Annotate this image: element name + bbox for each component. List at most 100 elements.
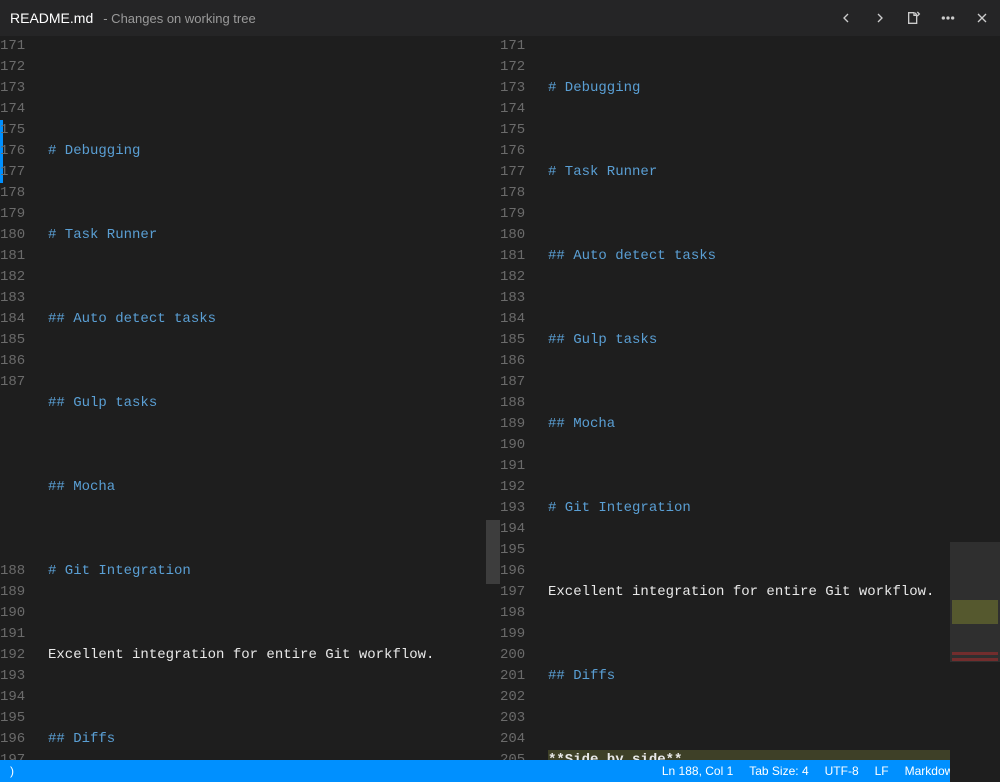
forward-icon[interactable] xyxy=(872,10,888,26)
status-tabsize[interactable]: Tab Size: 4 xyxy=(749,764,808,778)
line-number: 192 xyxy=(0,645,38,666)
line-number: 175 xyxy=(500,120,538,141)
code-line[interactable] xyxy=(48,603,500,624)
code-line[interactable]: **Side by side** xyxy=(548,750,1000,760)
line-number: 174 xyxy=(0,99,38,120)
code-line[interactable] xyxy=(548,120,1000,141)
line-number: 179 xyxy=(0,204,38,225)
code-line[interactable]: ## Gulp tasks xyxy=(48,393,500,414)
code-line[interactable] xyxy=(548,456,1000,477)
code-line[interactable] xyxy=(548,540,1000,561)
line-number: 189 xyxy=(500,414,538,435)
line-number: 187 xyxy=(0,372,38,393)
line-number: 180 xyxy=(500,225,538,246)
code-line[interactable]: # Git Integration xyxy=(48,561,500,582)
code-line[interactable] xyxy=(48,519,500,540)
code-area-right[interactable]: # Debugging # Task Runner ## Auto detect t… xyxy=(548,36,1000,760)
more-icon[interactable] xyxy=(940,10,956,26)
minimap-delete-mark xyxy=(952,652,998,655)
line-number: 175 xyxy=(0,120,38,141)
status-eol[interactable]: LF xyxy=(875,764,889,778)
code-line[interactable]: ## Diffs xyxy=(548,666,1000,687)
status-cursor[interactable]: Ln 188, Col 1 xyxy=(662,764,733,778)
code-line[interactable]: ## Gulp tasks xyxy=(548,330,1000,351)
line-number: 178 xyxy=(500,183,538,204)
code-line[interactable]: ## Mocha xyxy=(48,477,500,498)
open-file-icon[interactable] xyxy=(906,10,922,26)
line-number: 193 xyxy=(500,498,538,519)
line-number: 197 xyxy=(0,750,38,760)
line-number: 180 xyxy=(0,225,38,246)
line-number xyxy=(0,414,38,435)
code-line[interactable]: ## Mocha xyxy=(548,414,1000,435)
code-line[interactable] xyxy=(548,708,1000,729)
line-number: 196 xyxy=(0,729,38,750)
status-left-badge[interactable]: ) xyxy=(10,764,14,778)
file-name: README.md xyxy=(10,10,93,26)
line-number: 192 xyxy=(500,477,538,498)
line-number: 181 xyxy=(500,246,538,267)
code-line[interactable] xyxy=(548,372,1000,393)
line-number: 182 xyxy=(500,267,538,288)
code-line[interactable] xyxy=(48,687,500,708)
code-area-left[interactable]: # Debugging # Task Runner ## Auto detect t… xyxy=(48,36,500,760)
line-number: 172 xyxy=(0,57,38,78)
line-number: 176 xyxy=(0,141,38,162)
line-number: 177 xyxy=(500,162,538,183)
code-line[interactable]: # Task Runner xyxy=(548,162,1000,183)
line-number: 187 xyxy=(500,372,538,393)
line-number: 184 xyxy=(0,309,38,330)
line-number: 183 xyxy=(500,288,538,309)
line-number: 176 xyxy=(500,141,538,162)
code-line[interactable] xyxy=(48,351,500,372)
status-encoding[interactable]: UTF-8 xyxy=(825,764,859,778)
line-number: 198 xyxy=(500,603,538,624)
code-line[interactable]: ## Diffs xyxy=(48,729,500,750)
line-number: 191 xyxy=(0,624,38,645)
back-icon[interactable] xyxy=(838,10,854,26)
line-number: 178 xyxy=(0,183,38,204)
status-bar: ) Ln 188, Col 1 Tab Size: 4 UTF-8 LF Mar… xyxy=(0,760,1000,782)
line-number: 195 xyxy=(500,540,538,561)
code-line[interactable]: # Task Runner xyxy=(48,225,500,246)
titlebar: README.md - Changes on working tree xyxy=(0,0,1000,36)
line-number: 191 xyxy=(500,456,538,477)
minimap[interactable] xyxy=(950,72,1000,782)
line-number: 189 xyxy=(0,582,38,603)
line-number xyxy=(0,435,38,456)
code-line[interactable] xyxy=(548,624,1000,645)
line-number: 190 xyxy=(500,435,538,456)
code-line[interactable]: Excellent integration for entire Git wor… xyxy=(548,582,1000,603)
line-number: 173 xyxy=(500,78,538,99)
line-number: 181 xyxy=(0,246,38,267)
line-number: 203 xyxy=(500,708,538,729)
code-line[interactable] xyxy=(548,288,1000,309)
code-line[interactable]: Excellent integration for entire Git wor… xyxy=(48,645,500,666)
code-line[interactable] xyxy=(48,99,500,120)
line-number xyxy=(0,498,38,519)
line-number: 185 xyxy=(500,330,538,351)
diff-pane-original[interactable]: 1711721731741751761771781791801811821831… xyxy=(0,36,500,760)
line-number: 202 xyxy=(500,687,538,708)
code-line[interactable]: # Debugging xyxy=(48,141,500,162)
code-line[interactable]: # Git Integration xyxy=(548,498,1000,519)
line-number: 173 xyxy=(0,78,38,99)
code-line[interactable] xyxy=(48,267,500,288)
diff-pane-modified[interactable]: 1711721731741751761771781791801811821831… xyxy=(500,36,1000,760)
line-number: 200 xyxy=(500,645,538,666)
code-line[interactable]: # Debugging xyxy=(548,78,1000,99)
line-number: 186 xyxy=(0,351,38,372)
close-icon[interactable] xyxy=(974,10,990,26)
code-line[interactable]: ## Auto detect tasks xyxy=(48,309,500,330)
line-number: 201 xyxy=(500,666,538,687)
code-line[interactable] xyxy=(48,183,500,204)
titlebar-actions xyxy=(838,10,990,26)
line-number: 193 xyxy=(0,666,38,687)
code-line[interactable] xyxy=(548,36,1000,57)
minimap-delete-mark xyxy=(952,658,998,661)
code-line[interactable] xyxy=(548,204,1000,225)
line-number xyxy=(0,477,38,498)
code-line[interactable]: ## Auto detect tasks xyxy=(548,246,1000,267)
code-line[interactable] xyxy=(48,435,500,456)
line-number: 197 xyxy=(500,582,538,603)
